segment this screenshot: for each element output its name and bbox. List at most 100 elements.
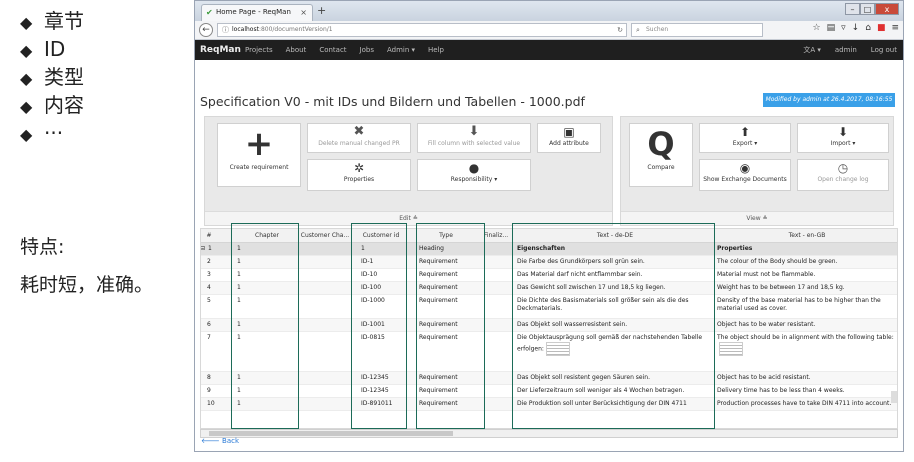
maximize-icon[interactable]: □ [860, 3, 875, 15]
table-row[interactable]: 9 1 ID-12345 Requirement Der Lieferzeitraum … [201, 385, 897, 398]
cell-text-de: Die Dichte des Basismaterials soll größe… [517, 297, 689, 312]
cell-index: 7 [207, 334, 211, 341]
vertical-scrollbar[interactable] [891, 391, 897, 403]
menu-item-about[interactable]: About [286, 40, 307, 60]
collapse-icon[interactable]: ⊟ [201, 245, 206, 253]
toolbar-icons: ☆ ▤ ▿ ↓ ⌂ ■ ≡ [813, 23, 899, 33]
cell-text-en: Delivery time has to be less than 4 week… [717, 387, 845, 394]
browser-window: ✔ Home Page - ReqMan × + – □ x ← ⓘ local… [194, 0, 904, 452]
table-row[interactable]: 3 1 ID-10 Requirement Das Material darf nich… [201, 269, 897, 282]
table-row[interactable]: 4 1 ID-100 Requirement Das Gewicht soll zwis… [201, 282, 897, 295]
col-header-customer-chapter[interactable]: Customer Cha... [299, 229, 351, 243]
menu-item-jobs[interactable]: Jobs [360, 40, 374, 60]
back-arrow-icon[interactable]: ← [199, 23, 213, 37]
cell-index: 10 [207, 400, 215, 407]
import-icon: ⬇ [837, 125, 849, 139]
cell-type: Requirement [419, 297, 458, 304]
cell-customer-id: 1 [361, 245, 365, 252]
new-tab-button[interactable]: + [317, 4, 326, 17]
bullet-item: ◆ 类型 [20, 64, 84, 92]
col-header-finalized[interactable]: Finaliz... [481, 229, 511, 243]
download-icon[interactable]: ↓ [852, 23, 860, 33]
show-exchange-button[interactable]: ◉ Show Exchange Documents [699, 159, 791, 191]
minimize-icon[interactable]: – [845, 3, 860, 15]
cell-index: 4 [207, 284, 211, 291]
compare-button[interactable]: Q Compare [629, 123, 693, 187]
col-header-text-en[interactable]: Text - en-GB [715, 229, 897, 243]
table-row[interactable]: 7 1 ID-0815 Requirement Die Objektausprägung… [201, 332, 897, 372]
col-header-type[interactable]: Type [411, 229, 481, 243]
add-attribute-button[interactable]: ▣ Add attribute [537, 123, 601, 153]
cell-chapter: 1 [237, 374, 241, 381]
bullet-item: ◆ 内容 [20, 92, 84, 120]
col-header-chapter[interactable]: Chapter [235, 229, 299, 243]
create-requirement-button[interactable]: + Create requirement [217, 123, 301, 187]
tab-title: Home Page - ReqMan [216, 8, 291, 16]
bullet-item: ◆ 章节 [20, 8, 84, 36]
table-row[interactable]: 10 1 ID-891011 Requirement Die Produktion so… [201, 398, 897, 411]
table-row[interactable]: 6 1 ID-1001 Requirement Das Objekt soll wass… [201, 319, 897, 332]
logout-link[interactable]: Log out [871, 40, 897, 60]
button-label: Compare [647, 164, 675, 171]
menu-icon[interactable]: ≡ [891, 23, 899, 33]
scrollbar-thumb[interactable] [209, 431, 453, 436]
window-close-icon[interactable]: x [875, 3, 899, 15]
menu-item-help[interactable]: Help [428, 40, 444, 60]
diamond-icon: ◆ [20, 41, 33, 60]
horizontal-scrollbar[interactable] [200, 429, 898, 438]
fill-column-button[interactable]: ⬇ Fill column with selected value [417, 123, 531, 153]
url-bar[interactable]: ⓘ localhost:800/documentVersion/1 ↻ [217, 23, 627, 37]
reload-icon[interactable]: ↻ [617, 24, 623, 36]
back-link[interactable]: 🡐 Back [201, 436, 239, 445]
search-placeholder: Suchen [646, 26, 669, 33]
cell-index: 9 [207, 387, 211, 394]
col-header-customer-id[interactable]: Customer id [351, 229, 411, 243]
table-row[interactable]: 8 1 ID-12345 Requirement Das Objekt soll res… [201, 372, 897, 385]
button-label: Show Exchange Documents [703, 176, 787, 183]
user-link[interactable]: admin [835, 40, 857, 60]
cell-type: Requirement [419, 334, 458, 341]
home-icon[interactable]: ⌂ [865, 23, 871, 33]
col-header-text-de[interactable]: Text - de-DE [515, 229, 715, 243]
diamond-icon: ◆ [20, 97, 33, 116]
table-row[interactable]: ⊟ 1 1 1 Heading Eigenschaften Properties [201, 243, 897, 256]
cell-text-de: Das Objekt soll resistent gegen Säuren s… [517, 374, 650, 381]
url-host: localhost [232, 26, 259, 33]
close-icon[interactable]: × [300, 5, 307, 20]
language-selector[interactable]: 文A ▾ [803, 40, 821, 60]
view-panel-toggle[interactable]: View ≙ [621, 211, 893, 225]
modified-badge: Modified by admin at 26.4.2017, 08:16:55 [763, 93, 895, 107]
export-icon: ⬆ [739, 125, 751, 139]
bullet-item: ◆ ··· [20, 120, 84, 148]
col-header-index[interactable]: # [201, 229, 217, 243]
cell-customer-id: ID-12345 [361, 387, 389, 394]
table-image-thumbnail[interactable] [545, 342, 570, 356]
arrow-down-icon: ⬇ [468, 124, 480, 139]
cell-index: 1 [208, 245, 212, 252]
export-button[interactable]: ⬆ Export ▾ [699, 123, 791, 153]
properties-button[interactable]: ✲ Properties [307, 159, 411, 191]
star-icon[interactable]: ☆ [813, 23, 821, 33]
table-row[interactable]: 2 1 ID-1 Requirement Die Farbe des Grundkörp… [201, 256, 897, 269]
table-row[interactable]: 5 1 ID-1000 Requirement Die Dichte des Basis… [201, 295, 897, 319]
brand-logo[interactable]: ReqMan [200, 40, 241, 60]
import-button[interactable]: ⬇ Import ▾ [797, 123, 889, 153]
pocket-icon[interactable]: ▿ [841, 23, 846, 33]
open-changelog-button[interactable]: ◷ Open change log [797, 159, 889, 191]
clipboard-icon[interactable]: ▤ [827, 23, 836, 33]
menu-item-admin[interactable]: Admin ▾ [387, 40, 415, 60]
cell-index: 3 [207, 271, 211, 278]
gear-icon: ✲ [353, 161, 365, 175]
menu-item-projects[interactable]: Projects [245, 40, 273, 60]
cell-text-de: Die Farbe des Grundkörpers soll grün sei… [517, 258, 645, 265]
responsibility-button[interactable]: ● Responsibility ▾ [417, 159, 531, 191]
browser-tab[interactable]: ✔ Home Page - ReqMan × [201, 4, 313, 21]
shield-icon[interactable]: ■ [877, 23, 886, 33]
edit-panel-toggle[interactable]: Edit ≙ [205, 211, 612, 225]
cell-type: Requirement [419, 374, 458, 381]
delete-changed-button[interactable]: ✖ Delete manual changed PR [307, 123, 411, 153]
menu-item-contact[interactable]: Contact [319, 40, 346, 60]
search-input[interactable]: ⌕ Suchen [631, 23, 763, 37]
eye-icon: ◉ [739, 161, 751, 175]
table-image-thumbnail[interactable] [719, 342, 743, 356]
